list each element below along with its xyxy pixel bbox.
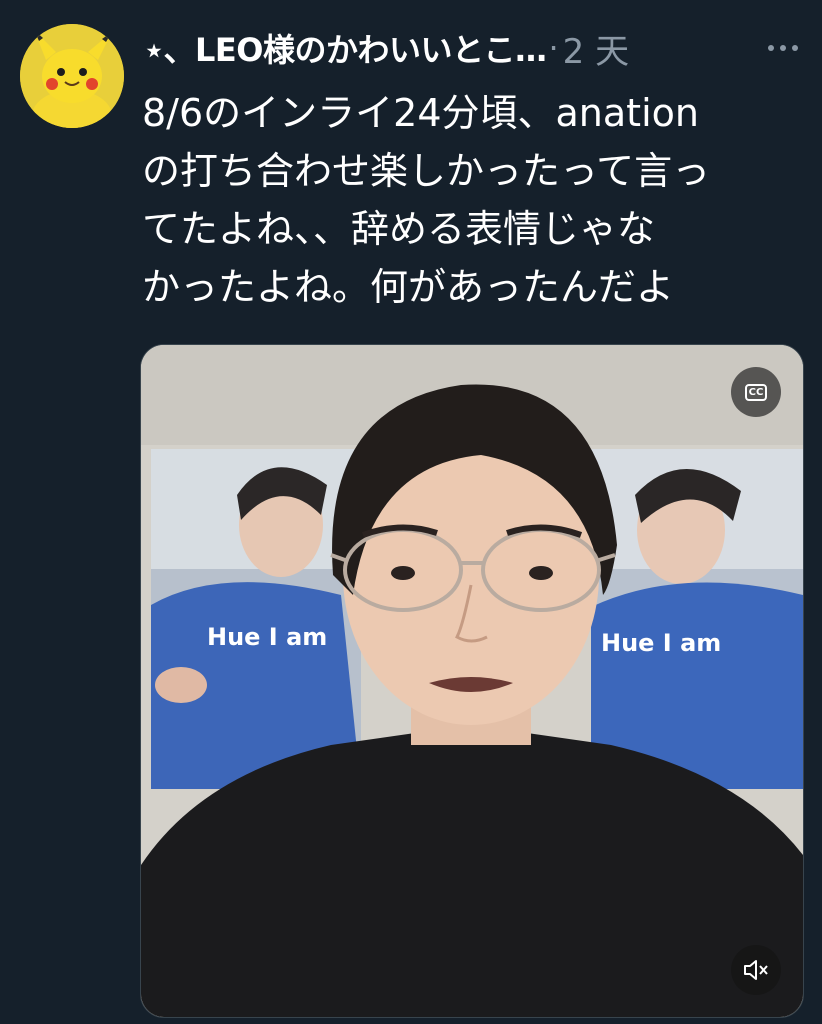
closed-captions-icon: CC [744,383,768,401]
header-separator: · [548,29,559,67]
volume-muted-icon [744,960,768,980]
more-options-button[interactable] [760,30,806,66]
tweet-header: ⋆、LEO様のかわいいとこ… · 2 天 [144,24,806,72]
author-avatar[interactable] [20,24,124,128]
poster-text-left: Hue I am [207,623,327,651]
more-horizontal-icon [768,45,774,51]
mute-button[interactable] [731,945,781,995]
poster-text-right: Hue I am [601,629,721,657]
author-name[interactable]: ⋆、LEO様のかわいいとこ… [144,25,547,71]
tweet-text: 8/6のインライ24分頃、anation の打ち合わせ楽しかったって言っ てたよ… [142,91,711,309]
tweet-video[interactable]: Hue I am Hue I am CC [140,344,804,1018]
video-frame: Hue I am Hue I am [141,345,803,1017]
captions-button[interactable]: CC [731,367,781,417]
tweet-timestamp[interactable]: 2 天 [563,24,629,73]
pikachu-plush-avatar-image [20,24,124,128]
